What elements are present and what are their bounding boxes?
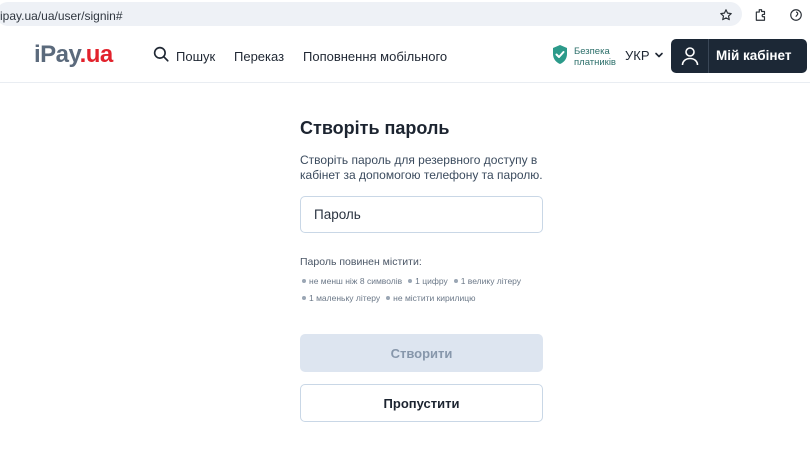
language-selector[interactable]: УКР — [625, 48, 664, 63]
url-text[interactable]: ipay.ua/ua/user/signin# — [0, 9, 123, 23]
create-button[interactable]: Створити — [300, 334, 543, 372]
my-cabinet-button[interactable]: Мій кабінет — [671, 39, 807, 73]
nav-search[interactable]: Пошук — [152, 45, 215, 68]
button-divider — [708, 39, 709, 73]
chevron-down-icon — [654, 48, 664, 63]
page-title: Створіть пароль — [300, 118, 450, 138]
requirement-item: 1 велику літеру — [453, 276, 522, 286]
requirements-row-1: не менш ніж 8 символів 1 цифру 1 велику … — [302, 276, 521, 286]
requirement-item: не містити кирилицю — [386, 293, 475, 303]
shield-check-icon — [551, 44, 569, 70]
requirement-text: не менш ніж 8 символів — [309, 276, 403, 286]
user-icon — [681, 46, 699, 71]
ipay-logo[interactable]: iPay.ua — [34, 41, 113, 69]
bullet-dot — [386, 296, 391, 300]
browser-toolbar: ipay.ua/ua/user/signin# — [0, 0, 810, 30]
requirements-title: Пароль повинен містити: — [300, 256, 422, 268]
logo-text-main: iPay — [34, 41, 80, 68]
nav-mobile-topup[interactable]: Поповнення мобільного — [303, 49, 447, 64]
nav-search-label: Пошук — [176, 49, 216, 64]
safety-line-2: платників — [574, 57, 616, 68]
requirements-row-2: 1 маленьку літеру не містити кирилицю — [302, 293, 475, 303]
requirement-text: 1 цифру — [415, 276, 448, 286]
bullet-dot — [453, 279, 458, 283]
payer-safety-link[interactable]: Безпека платників — [551, 44, 616, 70]
bullet-dot — [302, 279, 306, 283]
password-input[interactable] — [300, 196, 543, 233]
requirement-text: 1 маленьку літеру — [309, 293, 381, 303]
requirement-item: 1 цифру — [408, 276, 448, 286]
logo-text-domain: .ua — [79, 41, 114, 68]
requirement-text: не містити кирилицю — [393, 293, 476, 303]
requirement-item: не менш ніж 8 символів — [302, 276, 402, 286]
nav-transfer[interactable]: Переказ — [234, 49, 284, 64]
language-label: УКР — [625, 48, 650, 63]
bullet-dot — [302, 296, 306, 300]
requirement-item: 1 маленьку літеру — [302, 293, 380, 303]
search-icon — [152, 45, 170, 68]
create-password-form: Створіть пароль Створіть пароль для резе… — [300, 118, 543, 422]
my-cabinet-label: Мій кабінет — [716, 48, 792, 63]
extensions-icon[interactable] — [751, 5, 771, 25]
profile-icon[interactable] — [786, 5, 806, 25]
safety-line-1: Безпека — [574, 46, 610, 57]
address-bar[interactable]: ipay.ua/ua/user/signin# — [0, 2, 742, 26]
star-icon[interactable] — [716, 5, 736, 25]
site-header: iPay.ua Пошук Переказ Поповнення мобільн… — [0, 30, 810, 83]
bullet-dot — [408, 279, 413, 283]
page-subtitle: Створіть пароль для резервного доступу в… — [300, 153, 543, 182]
skip-button[interactable]: Пропустити — [300, 384, 543, 422]
requirement-text: 1 велику літеру — [460, 276, 522, 286]
